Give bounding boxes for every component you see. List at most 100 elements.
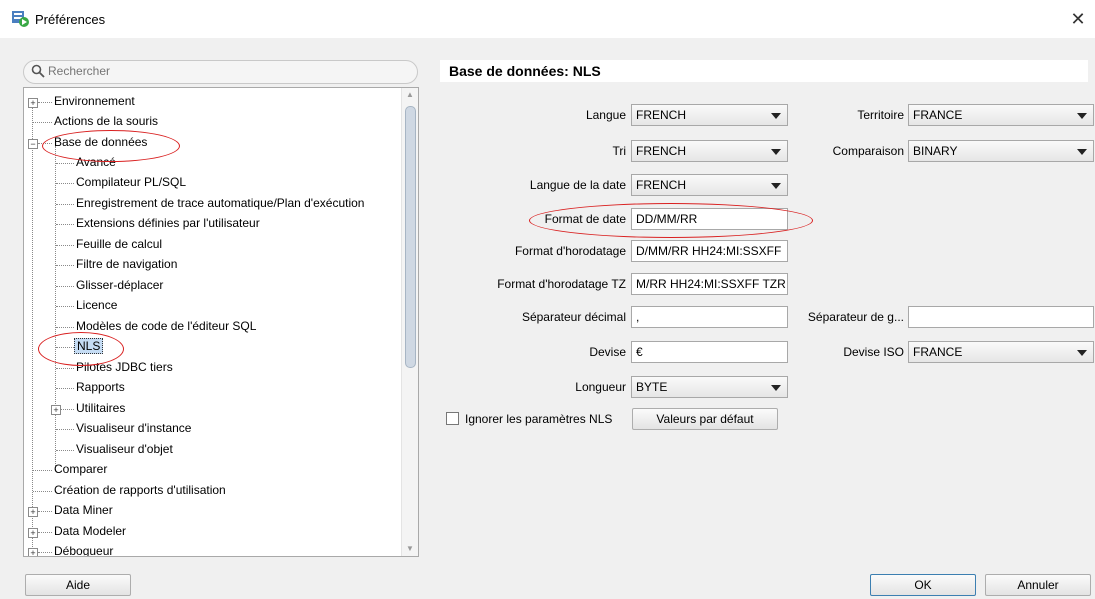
tree-item-feuille-calcul[interactable]: Feuille de calcul <box>76 234 162 254</box>
tree-item-debogueur[interactable]: Débogueur <box>54 541 114 557</box>
dropdown-arrow-icon <box>771 385 781 391</box>
dropdown-arrow-icon <box>1077 113 1087 119</box>
ignore-nls-checkbox[interactable] <box>446 412 459 425</box>
langue-select[interactable]: FRENCH <box>631 104 788 126</box>
tree-item-base-de-donnees[interactable]: Base de données <box>54 132 147 152</box>
tree-expand-icon[interactable]: + <box>28 507 38 517</box>
devise-iso-select[interactable]: FRANCE <box>908 341 1094 363</box>
tree-expand-icon[interactable]: + <box>28 548 38 556</box>
tree-item-label: Modèles de code de l'éditeur SQL <box>76 319 257 333</box>
format-horodatage-field[interactable]: D/MM/RR HH24:MI:SSXFF <box>631 240 788 262</box>
window-title: Préférences <box>35 12 106 27</box>
format-date-label: Format de date <box>544 212 626 226</box>
longueur-value: BYTE <box>636 380 668 394</box>
longueur-select[interactable]: BYTE <box>631 376 788 398</box>
tree-item-glisser-deplacer[interactable]: Glisser-déplacer <box>76 275 163 295</box>
langue-date-label: Langue de la date <box>529 178 626 192</box>
tree-collapse-icon[interactable]: − <box>28 139 38 149</box>
tree-item-label: Data Modeler <box>54 524 127 538</box>
langue-label: Langue <box>585 108 626 122</box>
tree-item-label: Licence <box>76 298 118 312</box>
tree-item-label: Actions de la souris <box>54 114 159 128</box>
tri-value: FRENCH <box>636 144 686 158</box>
search-input[interactable] <box>48 63 408 79</box>
tree-expand-icon[interactable]: + <box>28 98 38 108</box>
default-values-button[interactable]: Valeurs par défaut <box>632 408 778 430</box>
tree-item-actions-souris[interactable]: Actions de la souris <box>54 111 158 131</box>
format-horodatage-label: Format d'horodatage <box>514 244 626 258</box>
tree-item-label: Glisser-déplacer <box>76 278 164 292</box>
tree-item-modeles-code[interactable]: Modèles de code de l'éditeur SQL <box>76 316 256 336</box>
comparaison-label: Comparaison <box>832 144 904 158</box>
tree-item-utilitaires[interactable]: Utilitaires <box>76 398 125 418</box>
tree-item-label: Environnement <box>54 94 135 108</box>
territoire-label: Territoire <box>857 108 904 122</box>
ignore-nls-label[interactable]: Ignorer les paramètres NLS <box>465 412 612 426</box>
tree-expand-icon[interactable]: + <box>28 528 38 538</box>
tree-item-data-modeler[interactable]: Data Modeler <box>54 521 126 541</box>
tree-item-visualiseur-objet[interactable]: Visualiseur d'objet <box>76 439 173 459</box>
territoire-value: FRANCE <box>913 108 963 122</box>
tree-item-nls[interactable]: NLS <box>74 336 104 356</box>
tree-expand-icon[interactable]: + <box>51 405 61 415</box>
tree-item-label: Création de rapports d'utilisation <box>54 483 226 497</box>
cancel-button[interactable]: Annuler <box>985 574 1091 596</box>
tree-item-label: Utilitaires <box>76 401 126 415</box>
close-icon[interactable]: ✕ <box>1065 6 1091 32</box>
langue-date-value: FRENCH <box>636 178 686 192</box>
tree-item-label: Rapports <box>76 380 125 394</box>
format-date-field[interactable]: DD/MM/RR <box>631 208 788 230</box>
devise-iso-value: FRANCE <box>913 345 963 359</box>
title-bar: Préférences ✕ <box>0 0 1095 38</box>
tree-item-label: Extensions définies par l'utilisateur <box>76 216 260 230</box>
territoire-select[interactable]: FRANCE <box>908 104 1094 126</box>
tree-item-pilotes-jdbc[interactable]: Pilotes JDBC tiers <box>76 357 173 377</box>
separateur-decimal-field[interactable]: , <box>631 306 788 328</box>
tree-item-label: Comparer <box>54 462 108 476</box>
tree-item-label-selected: NLS <box>74 338 104 354</box>
tree-item-label: Base de données <box>54 135 148 149</box>
tree-item-label: Débogueur <box>54 544 114 557</box>
tree-item-label: Feuille de calcul <box>76 237 163 251</box>
langue-date-select[interactable]: FRENCH <box>631 174 788 196</box>
scrollbar-thumb[interactable] <box>405 106 416 368</box>
format-horodatage-tz-field[interactable]: M/RR HH24:MI:SSXFF TZR <box>631 273 788 295</box>
tree-item-filtre-navigation[interactable]: Filtre de navigation <box>76 254 177 274</box>
tree-item-label: Compilateur PL/SQL <box>76 175 187 189</box>
tree-item-label: Data Miner <box>54 503 113 517</box>
tree-item-label: Avancé <box>76 155 116 169</box>
tree-item-label: Pilotes JDBC tiers <box>76 360 173 374</box>
tree-item-compilateur[interactable]: Compilateur PL/SQL <box>76 172 186 192</box>
tree-item-avance[interactable]: Avancé <box>76 152 116 172</box>
page-title: Base de données: NLS <box>440 60 1088 82</box>
tree-scrollbar[interactable]: ▲ ▼ <box>401 88 418 556</box>
comparaison-value: BINARY <box>913 144 958 158</box>
tree-item-label: Filtre de navigation <box>76 257 178 271</box>
comparaison-select[interactable]: BINARY <box>908 140 1094 162</box>
preferences-app-icon <box>12 11 29 27</box>
devise-field[interactable]: € <box>631 341 788 363</box>
tree-item-data-miner[interactable]: Data Miner <box>54 500 113 520</box>
tree-item-visualiseur-instance[interactable]: Visualiseur d'instance <box>76 418 191 438</box>
search-icon <box>31 64 45 78</box>
tree-item-creation-rapports[interactable]: Création de rapports d'utilisation <box>54 480 226 500</box>
scroll-up-icon[interactable]: ▲ <box>405 90 415 100</box>
tri-select[interactable]: FRENCH <box>631 140 788 162</box>
ok-button[interactable]: OK <box>870 574 976 596</box>
tree-item-trace[interactable]: Enregistrement de trace automatique/Plan… <box>76 193 364 213</box>
devise-iso-label: Devise ISO <box>843 345 904 359</box>
search-box[interactable] <box>23 60 418 84</box>
help-button[interactable]: Aide <box>25 574 131 596</box>
devise-label: Devise <box>589 345 626 359</box>
tree-item-extensions[interactable]: Extensions définies par l'utilisateur <box>76 213 260 233</box>
dropdown-arrow-icon <box>771 149 781 155</box>
tree-item-rapports[interactable]: Rapports <box>76 377 125 397</box>
scroll-down-icon[interactable]: ▼ <box>405 544 415 554</box>
dropdown-arrow-icon <box>1077 350 1087 356</box>
tree-item-comparer[interactable]: Comparer <box>54 459 107 479</box>
separateur-groupe-field[interactable] <box>908 306 1094 328</box>
langue-value: FRENCH <box>636 108 686 122</box>
tree-item-environnement[interactable]: Environnement <box>54 91 135 111</box>
preferences-tree[interactable]: + Environnement Actions de la souris − B… <box>23 87 419 557</box>
tree-item-licence[interactable]: Licence <box>76 295 117 315</box>
